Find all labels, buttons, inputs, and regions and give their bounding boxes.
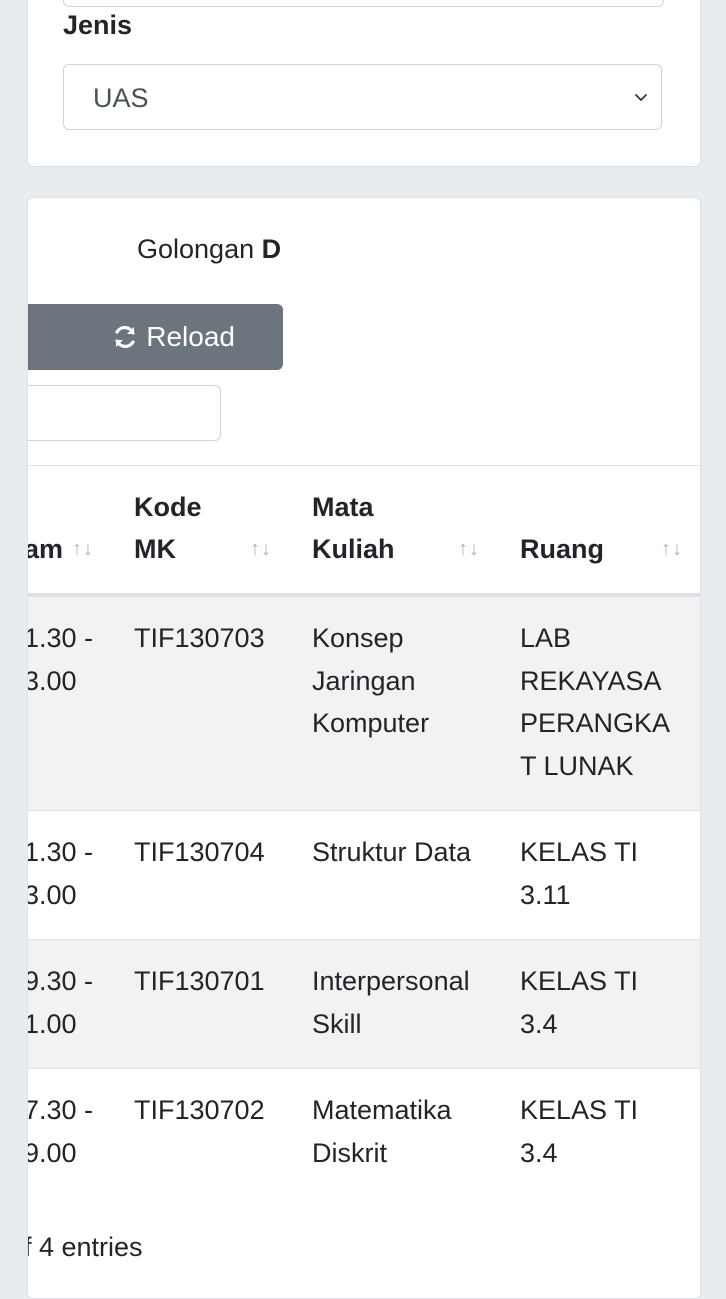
- sort-icon[interactable]: ↑↓: [458, 538, 480, 561]
- col-matakuliah-header[interactable]: Mata Kuliah: [312, 486, 395, 570]
- golongan-heading: Golongan D: [137, 234, 281, 265]
- table-row: 7.30 - 9.00 TIF130702 Matematika Diskrit…: [28, 1069, 700, 1197]
- jenis-select-value: UAS: [93, 83, 149, 113]
- schedule-card: Golongan D Reload am ↑↓ Kode MK ↑↓ Mata …: [27, 197, 701, 1299]
- previous-field-edge[interactable]: [63, 0, 664, 7]
- col-ruang-header[interactable]: Ruang: [520, 528, 604, 570]
- cell-jam: 1.30 - 3.00: [27, 837, 94, 910]
- sync-icon: [115, 326, 135, 348]
- col-jam-header[interactable]: am: [28, 528, 63, 570]
- table-row: 9.30 - 1.00 TIF130701 Interpersonal Skil…: [28, 940, 700, 1069]
- cell-kode: TIF130704: [134, 837, 265, 867]
- cell-matakuliah: Interpersonal Skill: [312, 966, 470, 1039]
- cell-matakuliah: Matematika Diskrit: [312, 1095, 452, 1168]
- chevron-down-icon: [635, 94, 647, 101]
- cell-matakuliah: Konsep Jaringan Komputer: [312, 623, 430, 738]
- cell-jam: 1.30 - 3.00: [27, 623, 94, 696]
- cell-ruang: KELAS TI 3.4: [520, 1095, 639, 1168]
- cell-kode: TIF130701: [134, 966, 265, 996]
- col-kode-header[interactable]: Kode MK: [134, 486, 202, 570]
- cell-jam: 9.30 - 1.00: [27, 966, 94, 1039]
- cell-ruang: KELAS TI 3.11: [520, 837, 639, 910]
- cell-jam: 7.30 - 9.00: [27, 1095, 94, 1168]
- search-input[interactable]: [28, 385, 221, 441]
- sort-icon[interactable]: ↑↓: [661, 538, 683, 561]
- cell-kode: TIF130702: [134, 1095, 265, 1125]
- cell-matakuliah: Struktur Data: [312, 837, 472, 867]
- cell-ruang: LAB REKAYASA PERANGKA T LUNAK: [520, 623, 671, 781]
- table-row: 1.30 - 3.00 TIF130704 Struktur Data KELA…: [28, 811, 700, 940]
- sort-icon[interactable]: ↑↓: [250, 538, 272, 561]
- reload-button[interactable]: Reload: [28, 304, 283, 370]
- jenis-label: Jenis: [63, 10, 133, 40]
- table-row: 1.30 - 3.00 TIF130703 Konsep Jaringan Ko…: [28, 597, 700, 811]
- jenis-select[interactable]: UAS: [63, 64, 662, 130]
- sort-icon[interactable]: ↑↓: [72, 538, 94, 561]
- cell-kode: TIF130703: [134, 623, 265, 653]
- table-header: am ↑↓ Kode MK ↑↓ Mata Kuliah ↑↓ Ruang ↑↓: [28, 466, 700, 597]
- schedule-table: am ↑↓ Kode MK ↑↓ Mata Kuliah ↑↓ Ruang ↑↓…: [28, 465, 700, 1197]
- reload-label: Reload: [146, 321, 235, 352]
- golongan-label: Golongan: [137, 234, 255, 264]
- entries-info: f 4 entries: [27, 1232, 143, 1262]
- golongan-value: D: [261, 234, 282, 264]
- cell-ruang: KELAS TI 3.4: [520, 966, 639, 1039]
